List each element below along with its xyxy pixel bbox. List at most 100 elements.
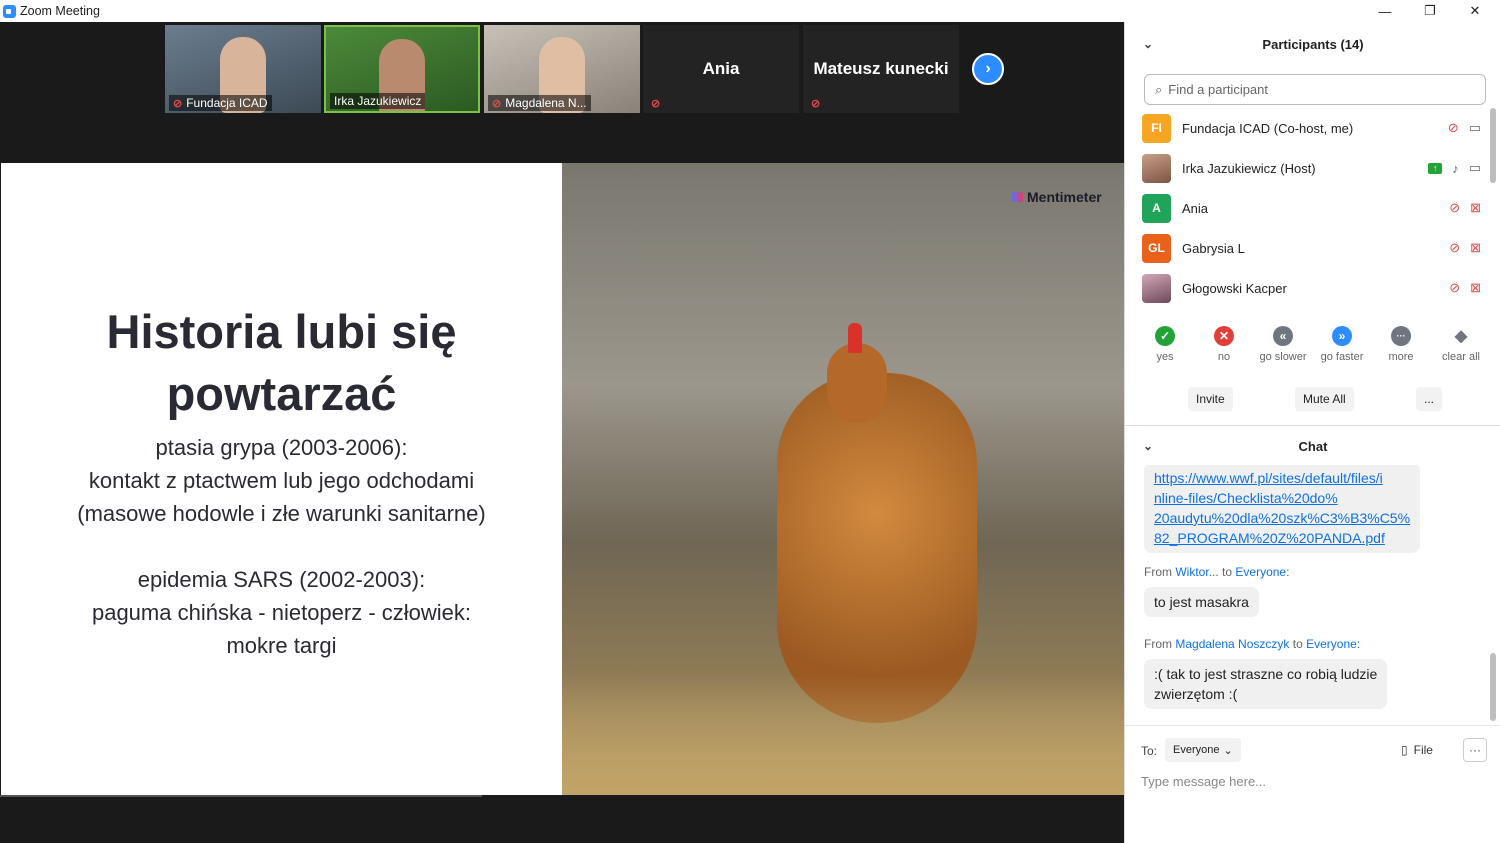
gallery-strip: ⊘ Fundacja ICAD Irka Jazukiewicz ⊘ Magda… <box>0 22 1124 163</box>
recipient-select[interactable]: Everyone ⌄ <box>1165 738 1241 762</box>
feedback-yes-button[interactable]: ✓ yes <box>1135 326 1195 363</box>
link-line: https://www.wwf.pl/sites/default/files/i <box>1154 470 1383 486</box>
message-sender-line: From Wiktor... to Everyone: <box>1144 565 1289 579</box>
video-tile[interactable]: ⊘ Fundacja ICAD <box>165 25 321 113</box>
sender-name[interactable]: Magdalena Noszczyk <box>1175 637 1289 651</box>
feedback-more-button[interactable]: ··· more <box>1371 326 1431 363</box>
feedback-clear-all-button[interactable]: ◆ clear all <box>1431 326 1491 363</box>
hen-comb <box>848 323 862 353</box>
mentimeter-brand: Mentimeter <box>1027 189 1102 205</box>
mute-all-button[interactable]: Mute All <box>1295 387 1354 411</box>
share-scroll-indicator <box>0 795 482 797</box>
feedback-label: clear all <box>1442 351 1480 363</box>
to-label: To: <box>1141 744 1158 758</box>
file-button[interactable]: ▯ File <box>1401 738 1433 762</box>
tile-label: ⊘ <box>647 96 664 111</box>
maximize-button[interactable]: ❐ <box>1410 0 1450 22</box>
x-icon: ✕ <box>1214 326 1234 346</box>
tile-name: Magdalena N... <box>505 96 587 110</box>
tile-label: ⊘ <box>807 96 824 111</box>
camera-off-icon: ⊠ <box>1470 200 1481 215</box>
participant-row[interactable]: A Ania ⊘ ⊠ <box>1125 188 1500 228</box>
nonverbal-feedback-bar: ✓ yes ✕ no « go slower » go faster ··· m… <box>1125 326 1500 372</box>
file-icon: ▯ <box>1401 743 1408 757</box>
participant-status: ⊘ ⊠ <box>1449 280 1481 296</box>
recipient-name[interactable]: Everyone: <box>1235 565 1289 579</box>
chat-link-message[interactable]: https://www.wwf.pl/sites/default/files/i… <box>1144 465 1421 553</box>
participant-search[interactable]: ⌕ Find a participant <box>1144 74 1486 105</box>
minimize-button[interactable]: — <box>1365 0 1405 22</box>
title-bar: Zoom Meeting — ❐ ✕ <box>0 0 1500 22</box>
camera-icon: ▭ <box>1468 120 1481 135</box>
avatar: A <box>1142 193 1171 223</box>
participants-scrollbar[interactable] <box>1490 108 1496 183</box>
participant-row[interactable]: Głogowski Kacper ⊘ ⊠ <box>1125 268 1500 308</box>
link-line: 82_PROGRAM%20Z%20PANDA.pdf <box>1154 530 1385 546</box>
chat-message: to jest masakra <box>1144 587 1259 617</box>
hen-head <box>827 343 887 423</box>
camera-off-icon: ⊠ <box>1470 240 1481 255</box>
participants-header: ⌄ Participants (14) <box>1125 24 1500 64</box>
feedback-faster-button[interactable]: » go faster <box>1312 326 1372 363</box>
chat-scrollbar[interactable] <box>1490 653 1496 721</box>
straw <box>562 675 1124 795</box>
participant-name: Ania <box>1182 200 1209 216</box>
tile-name: Irka Jazukiewicz <box>334 94 422 108</box>
slide-body-line: kontakt z ptactwem lub jego odchodami <box>88 468 475 493</box>
video-tile-active-speaker[interactable]: Irka Jazukiewicz <box>324 25 480 113</box>
slide-body: ptasia grypa (2003-2006): kontakt z ptac… <box>1 431 562 662</box>
video-tile-no-video[interactable]: Ania ⊘ <box>643 25 799 113</box>
feedback-label: yes <box>1156 351 1174 363</box>
invite-button[interactable]: Invite <box>1188 387 1233 411</box>
message-line: zwierzętom :( <box>1154 686 1238 702</box>
message-input[interactable] <box>1141 770 1481 792</box>
file-label: File <box>1413 743 1433 757</box>
slide-title-line: Historia lubi się <box>106 305 457 358</box>
next-page-arrow-icon[interactable]: › <box>972 53 1004 85</box>
slide-body-line: (masowe hodowle i złe warunki sanitarne) <box>77 501 486 526</box>
feedback-label: go slower <box>1259 351 1307 363</box>
mentimeter-logo-icon <box>1012 192 1023 202</box>
chat-more-button[interactable]: ··· <box>1463 738 1487 762</box>
search-input-placeholder: Find a participant <box>1168 82 1269 97</box>
mic-muted-icon: ⊘ <box>492 97 502 110</box>
slide-text-panel: Historia lubi się powtarzać ptasia grypa… <box>1 163 562 795</box>
mic-muted-icon: ⊘ <box>811 98 821 110</box>
video-tile-no-video[interactable]: Mateusz kunecki ⊘ <box>803 25 959 113</box>
collapse-chevron-icon[interactable]: ⌄ <box>1143 439 1153 453</box>
slide-body-line: epidemia SARS (2002-2003): <box>137 567 426 592</box>
participant-status: ⊘ ⊠ <box>1449 240 1481 256</box>
avatar-photo <box>1142 273 1171 303</box>
collapse-chevron-icon[interactable]: ⌄ <box>1143 37 1153 51</box>
participant-row[interactable]: FI Fundacja ICAD (Co-host, me) ⊘ ▭ <box>1125 108 1500 148</box>
shared-screen: Historia lubi się powtarzać ptasia grypa… <box>0 163 1124 795</box>
feedback-no-button[interactable]: ✕ no <box>1194 326 1254 363</box>
message-sender-line: From Magdalena Noszczyk to Everyone: <box>1144 637 1360 651</box>
slide-image-hen: Mentimeter <box>562 163 1124 795</box>
more-options-button[interactable]: ... <box>1416 387 1443 411</box>
tile-label: ⊘ Fundacja ICAD <box>169 95 272 111</box>
zoom-app-icon <box>3 4 16 18</box>
meeting-area: ⊘ Fundacja ICAD Irka Jazukiewicz ⊘ Magda… <box>0 22 1124 843</box>
sender-name[interactable]: Wiktor... <box>1175 565 1218 579</box>
chat-header: ⌄ Chat <box>1125 426 1500 466</box>
avatar: GL <box>1142 233 1171 263</box>
chevron-down-icon: ⌄ <box>1223 744 1233 757</box>
mic-muted-icon: ⊘ <box>1449 240 1461 255</box>
tile-label: ⊘ Magdalena N... <box>488 95 591 111</box>
mic-muted-icon: ⊘ <box>1449 200 1461 215</box>
feedback-slower-button[interactable]: « go slower <box>1253 326 1313 363</box>
close-button[interactable]: ✕ <box>1455 0 1495 22</box>
slide-body-line: ptasia grypa (2003-2006): <box>155 435 408 460</box>
check-icon: ✓ <box>1155 326 1175 346</box>
recipient-name[interactable]: Everyone: <box>1306 637 1360 651</box>
mentimeter-logo: Mentimeter <box>1012 189 1102 205</box>
participant-row[interactable]: Irka Jazukiewicz (Host) ↑ ♪ ▭ <box>1125 148 1500 188</box>
tile-label: Irka Jazukiewicz <box>330 93 426 109</box>
participant-row[interactable]: GL Gabrysia L ⊘ ⊠ <box>1125 228 1500 268</box>
tile-name: Fundacja ICAD <box>186 96 268 110</box>
video-tile[interactable]: ⊘ Magdalena N... <box>484 25 640 113</box>
camera-off-icon: ⊠ <box>1470 280 1481 295</box>
participant-status: ↑ ♪ ▭ <box>1428 160 1481 176</box>
link-line: nline-files/Checklista%20do% <box>1154 490 1338 506</box>
